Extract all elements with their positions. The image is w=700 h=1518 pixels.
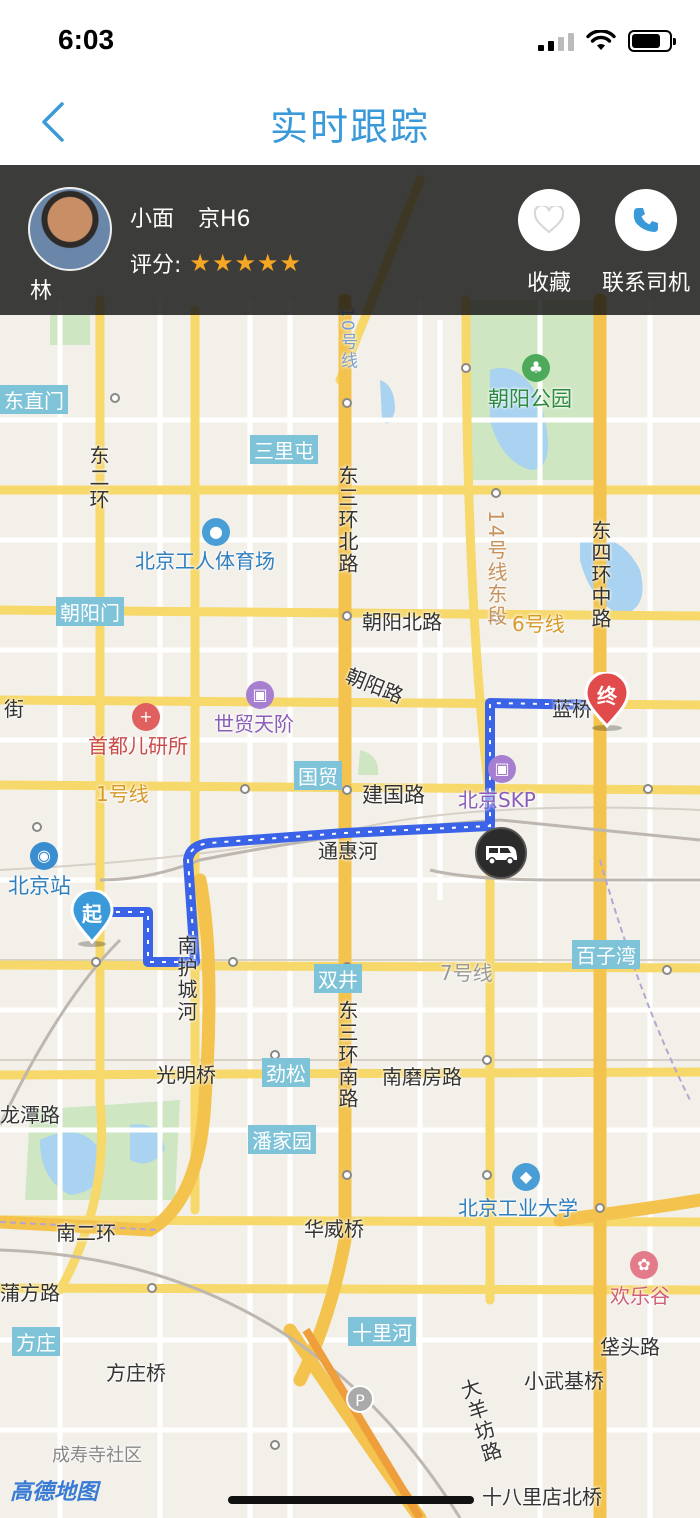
driver-rating: 评分: ★★★★★ (130, 247, 302, 279)
map-label: 6号线 (512, 612, 565, 636)
map-label: 建国路 (362, 783, 425, 807)
rating-stars-icon: ★★★★★ (189, 249, 302, 277)
status-icons (538, 30, 676, 52)
map-label: 劲松 (262, 1058, 310, 1087)
map-label: 北京工人体育场 (135, 549, 275, 573)
driver-info-panel: 林 小面 京H6 评分: ★★★★★ 收藏 联系司机 (0, 165, 700, 315)
shopping-icon: ▣ (246, 681, 274, 709)
map-label: 10号线 (337, 307, 357, 371)
map-label: 通惠河 (318, 839, 378, 863)
map-provider-logo: 高德地图 (10, 1480, 99, 1505)
map-label: 华威桥 (304, 1217, 364, 1241)
map-label: 14号线东段 (484, 510, 508, 628)
contact-icon-wrap (615, 189, 677, 251)
map-label: 北京SKP (458, 788, 536, 812)
end-marker-label: 终 (597, 684, 617, 708)
map-label: 1号线 (96, 782, 149, 806)
status-time: 6:03 (58, 24, 115, 55)
map-label: 龙潭路 (0, 1103, 60, 1127)
parking-icon: P (346, 1385, 374, 1413)
nav-bar: 实时跟踪 (0, 80, 700, 165)
map-label: 三里屯 (250, 435, 318, 464)
hospital-icon: + (132, 703, 160, 731)
map-label: 朝阳公园 (488, 387, 572, 411)
map-label: 东四环中路 (588, 520, 612, 630)
driver-avatar[interactable] (28, 187, 112, 271)
contact-driver-button[interactable]: 联系司机 (596, 189, 696, 297)
map-label: 方庄桥 (106, 1361, 166, 1385)
driver-name: 林 (30, 279, 53, 304)
map-label: 7号线 (440, 961, 493, 985)
heart-icon (534, 206, 564, 234)
favorite-label: 收藏 (526, 271, 571, 296)
vehicle-type: 小面 (130, 207, 175, 232)
amusement-park-icon: ✿ (630, 1251, 658, 1279)
license-plate: 京H6 (198, 207, 251, 232)
map-label: 潘家园 (248, 1125, 316, 1154)
end-marker[interactable]: 终 (584, 672, 630, 732)
van-icon (486, 846, 517, 865)
map-label: 国贸 (294, 761, 342, 790)
map-label: 东三环南路 (335, 1000, 359, 1110)
favorite-button[interactable]: 收藏 (504, 189, 594, 297)
map-label: 方庄 (12, 1327, 60, 1356)
map-label: 世贸天阶 (214, 712, 294, 736)
map-label: 双井 (314, 964, 362, 993)
map-label: 北京工业大学 (458, 1196, 578, 1220)
map-label: 朝阳门 (56, 597, 124, 626)
favorite-icon-wrap (518, 189, 580, 251)
park-icon: ♣ (522, 354, 550, 382)
map-view[interactable]: ♣ ● ▣ + ▣ ◉ ◆ ✿ P 东直门 三里屯 朝阳公园 东二环 东三环北路… (0, 165, 700, 1518)
vehicle-info: 小面 京H6 (130, 201, 251, 233)
map-label: 百子湾 (572, 940, 640, 969)
battery-icon (628, 30, 676, 52)
map-label: 十八里店北桥 (482, 1485, 602, 1509)
map-label: 欢乐谷 (610, 1284, 670, 1308)
map-label: 首都儿研所 (88, 734, 188, 758)
map-label: 北京站 (8, 874, 71, 898)
rating-label: 评分: (130, 253, 182, 278)
cellular-signal-icon (538, 31, 574, 51)
status-bar: 6:03 (0, 0, 700, 80)
university-icon: ◆ (512, 1163, 540, 1191)
phone-icon (633, 208, 658, 232)
map-label: 南二环 (56, 1221, 116, 1245)
wifi-icon (586, 30, 616, 50)
contact-label: 联系司机 (601, 271, 690, 296)
vehicle-marker[interactable] (475, 827, 527, 879)
map-label: 光明桥 (156, 1063, 216, 1087)
map-label: 南护城河 (174, 935, 198, 1023)
map-label: 东二环 (86, 445, 110, 511)
map-label: 垡头路 (600, 1335, 660, 1359)
page-title: 实时跟踪 (269, 105, 430, 149)
shopping-icon: ▣ (488, 755, 516, 783)
home-indicator (228, 1496, 474, 1504)
start-marker-label: 起 (82, 902, 102, 926)
map-label: 成寿寺社区 (52, 1445, 142, 1466)
map-label: 东直门 (0, 385, 68, 414)
map-label: 东三环北路 (335, 465, 359, 575)
start-marker[interactable]: 起 (70, 890, 114, 948)
map-label: 街 (4, 697, 24, 721)
map-label: 南磨房路 (382, 1065, 462, 1089)
railway-station-icon: ◉ (30, 842, 58, 870)
map-label: 十里河 (348, 1317, 416, 1346)
map-label: 朝阳北路 (362, 610, 442, 634)
map-label: 小武基桥 (524, 1369, 604, 1393)
map-label: 蒲方路 (0, 1281, 60, 1305)
stadium-icon: ● (202, 518, 230, 546)
